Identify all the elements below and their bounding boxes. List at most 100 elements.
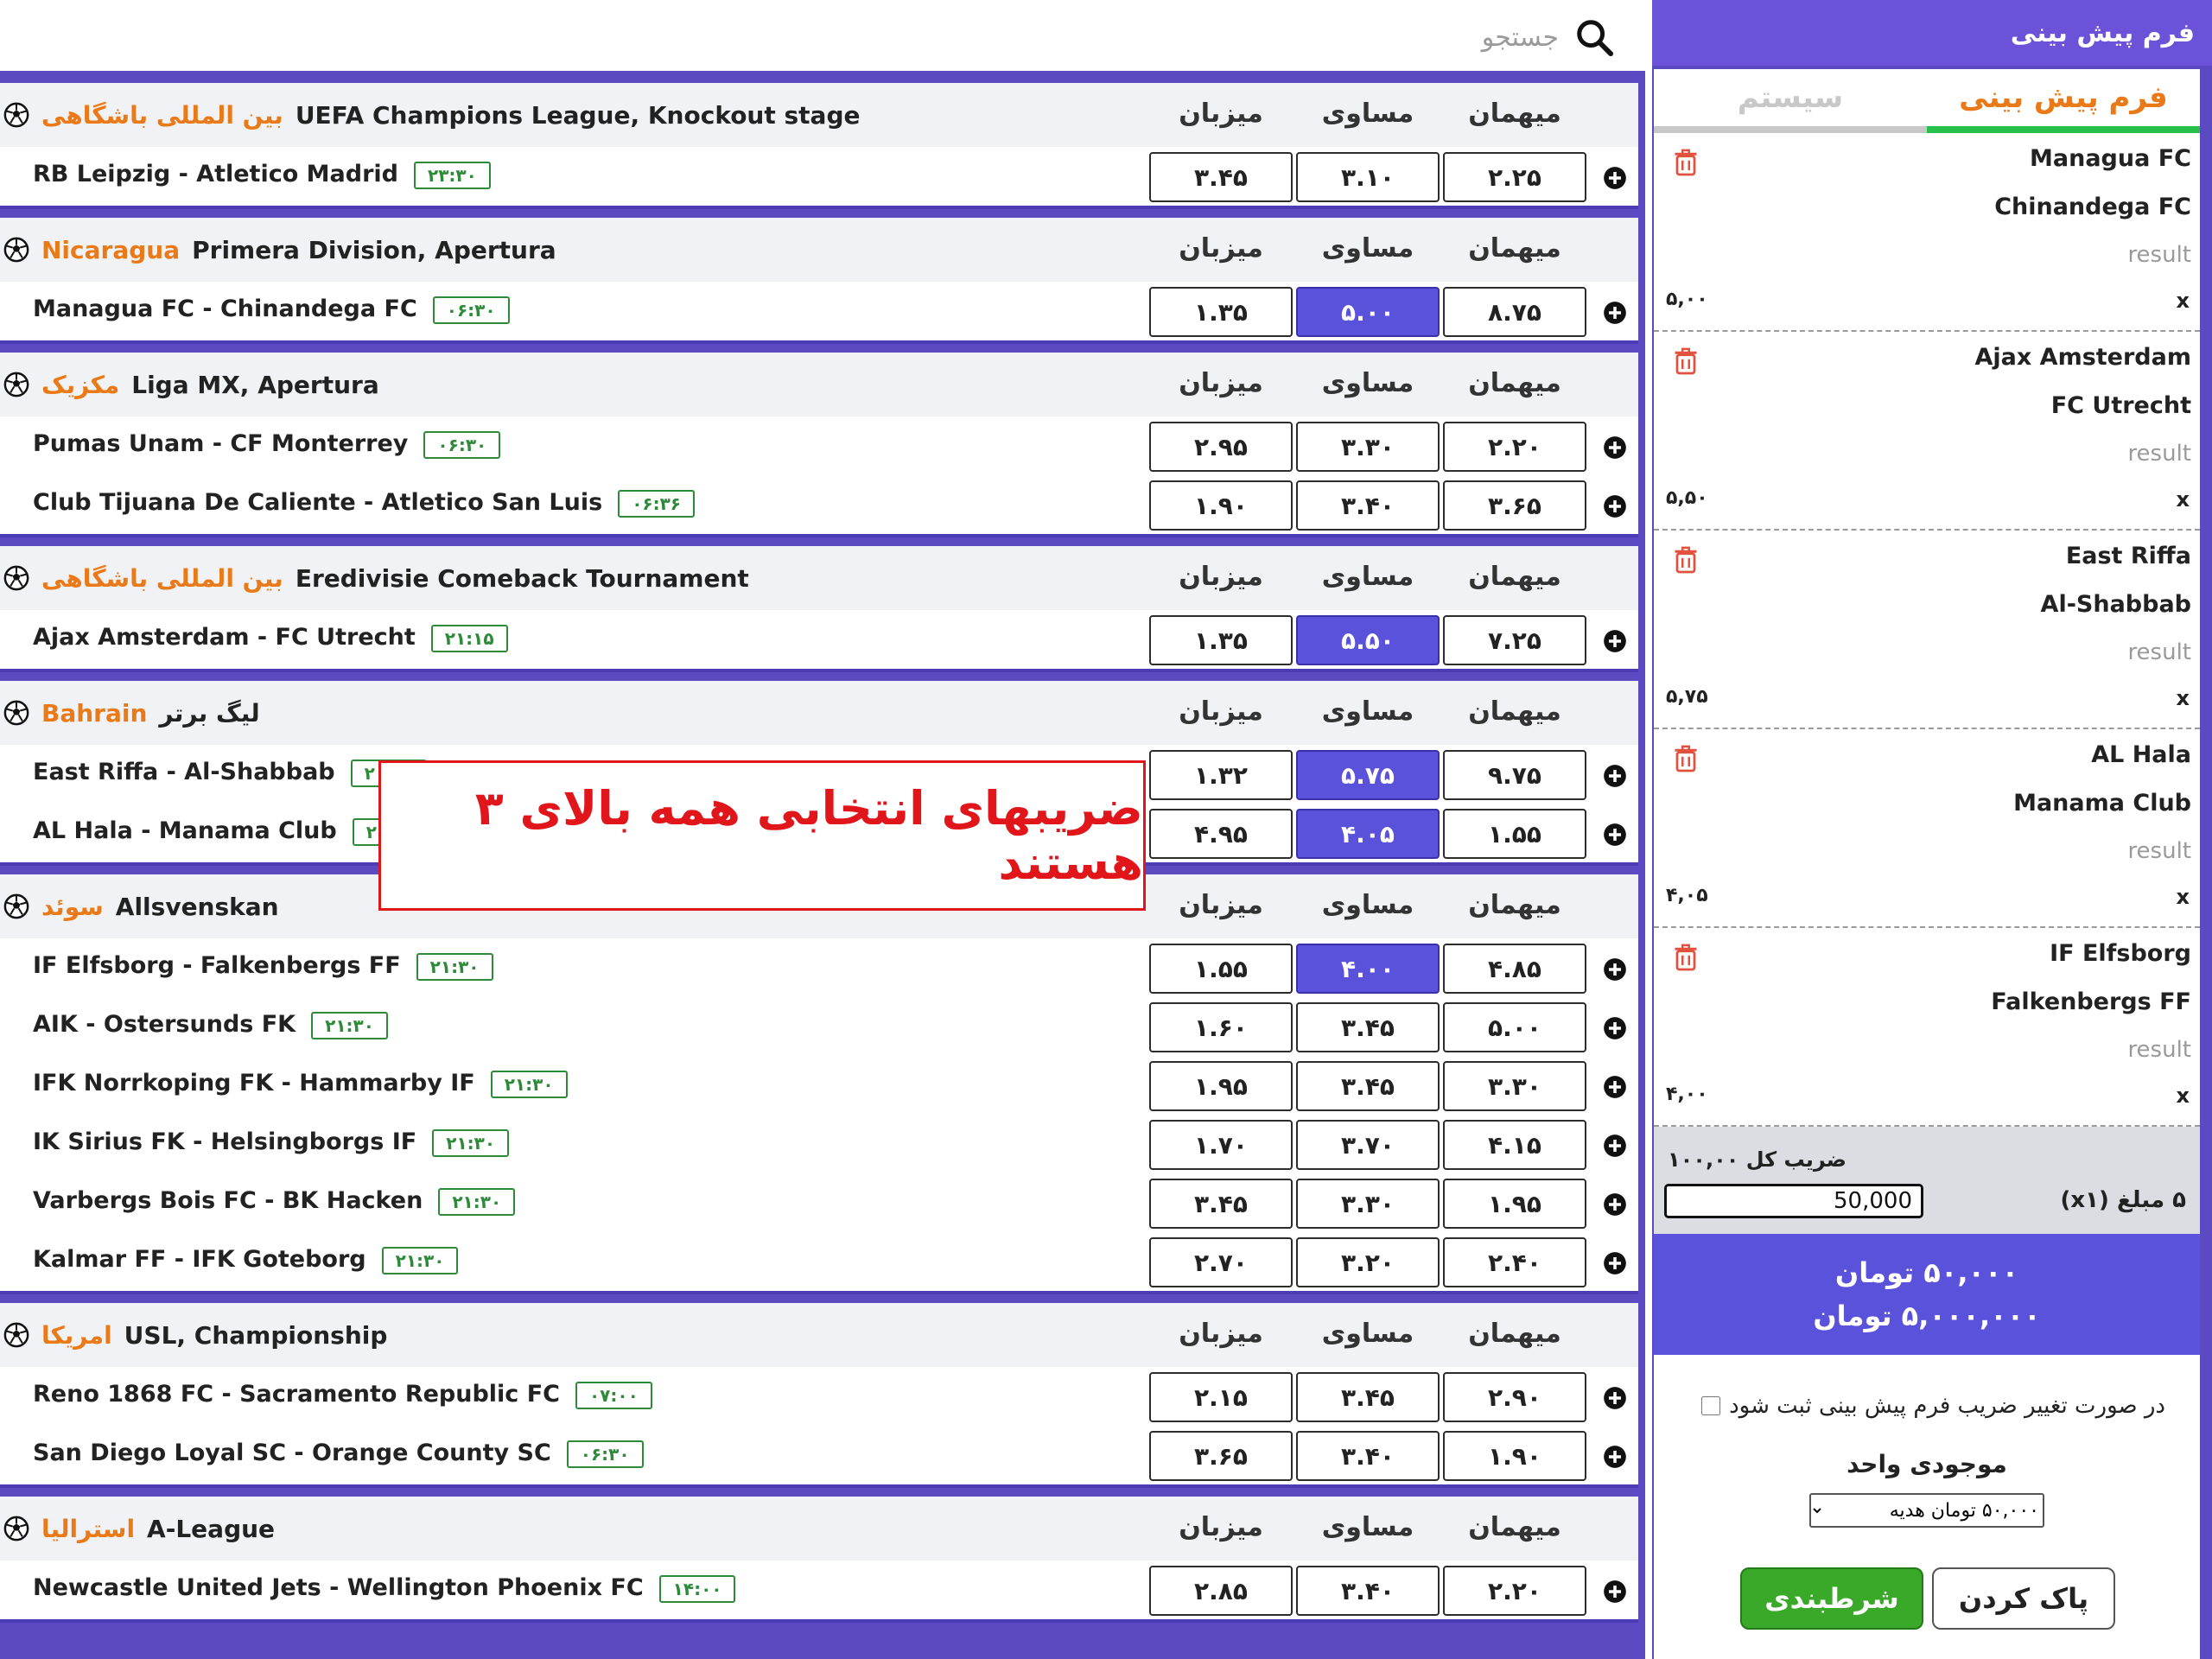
- more-markets-icon[interactable]: [1603, 957, 1627, 982]
- odd-away-button[interactable]: ۲.۹۰: [1443, 1372, 1586, 1422]
- league-country[interactable]: استرالیا: [41, 1515, 135, 1543]
- clear-button[interactable]: پاک کردن: [1932, 1567, 2115, 1630]
- odd-away-button[interactable]: ۷.۲۵: [1443, 615, 1586, 665]
- match-teams[interactable]: Pumas Unam - CF Monterrey ۰۶:۳۰: [33, 430, 501, 459]
- odd-draw-button[interactable]: ۳.۴۰: [1296, 1431, 1440, 1481]
- match-teams[interactable]: AL Hala - Manama Club۲۰:۳۰: [33, 817, 429, 846]
- accept-odds-change-checkbox[interactable]: [1701, 1396, 1721, 1415]
- league-country[interactable]: Bahrain: [41, 699, 147, 728]
- match-teams[interactable]: Newcastle United Jets - Wellington Phoen…: [33, 1574, 736, 1603]
- odd-home-button[interactable]: ۱.۳۵: [1149, 287, 1293, 337]
- match-teams[interactable]: Reno 1868 FC - Sacramento Republic FC ۰۷:…: [33, 1381, 652, 1409]
- odd-draw-button[interactable]: ۳.۳۰: [1296, 1179, 1440, 1229]
- league-country[interactable]: سوئد: [41, 893, 104, 921]
- match-teams[interactable]: RB Leipzig - Atletico Madrid ۲۳:۳۰: [33, 161, 491, 189]
- match-teams[interactable]: Club Tijuana De Caliente - Atletico San …: [33, 489, 696, 518]
- more-markets-icon[interactable]: [1603, 166, 1627, 190]
- league-country[interactable]: بین المللی باشگاهی: [41, 564, 283, 593]
- odd-home-button[interactable]: ۲.۸۵: [1149, 1566, 1293, 1616]
- more-markets-icon[interactable]: [1603, 435, 1627, 460]
- trash-icon[interactable]: [1673, 546, 1699, 574]
- trash-icon[interactable]: [1673, 149, 1699, 176]
- more-markets-icon[interactable]: [1603, 823, 1627, 847]
- odd-draw-button[interactable]: ۳.۴۰: [1296, 480, 1440, 531]
- odd-draw-button[interactable]: ۳.۴۵: [1296, 1002, 1440, 1052]
- odd-draw-button[interactable]: ۳.۲۰: [1296, 1237, 1440, 1287]
- league-country[interactable]: Nicaragua: [41, 236, 180, 264]
- match-teams[interactable]: Kalmar FF - IFK Goteborg ۲۱:۳۰: [33, 1246, 459, 1274]
- league-name[interactable]: لیگ برتر: [159, 699, 259, 728]
- odd-home-button[interactable]: ۲.۹۵: [1149, 422, 1293, 472]
- odd-draw-button[interactable]: ۳.۷۰: [1296, 1120, 1440, 1170]
- odd-draw-button[interactable]: ۳.۴۵: [1296, 1372, 1440, 1422]
- league-name[interactable]: UEFA Champions League, Knockout stage: [296, 101, 861, 130]
- search-icon[interactable]: [1574, 17, 1614, 57]
- odd-home-button[interactable]: ۱.۳۵: [1149, 615, 1293, 665]
- odd-home-button[interactable]: ۱.۷۰: [1149, 1120, 1293, 1170]
- odd-draw-button[interactable]: ۴.۰۵: [1296, 809, 1440, 859]
- odd-draw-button[interactable]: ۵.۰۰: [1296, 287, 1440, 337]
- league-country[interactable]: مکزیک: [41, 371, 119, 399]
- league-name[interactable]: Eredivisie Comeback Tournament: [296, 564, 749, 593]
- more-markets-icon[interactable]: [1603, 1386, 1627, 1410]
- odd-home-button[interactable]: ۱.۵۵: [1149, 944, 1293, 994]
- match-teams[interactable]: Varbergs Bois FC - BK Hacken ۲۱:۳۰: [33, 1187, 516, 1216]
- match-teams[interactable]: San Diego Loyal SC - Orange County SC ۰۶:…: [33, 1440, 644, 1468]
- odd-away-button[interactable]: ۲.۲۰: [1443, 422, 1586, 472]
- accept-odds-change[interactable]: در صورت تغییر ضریب فرم پیش بینی ثبت شود: [1701, 1393, 2165, 1419]
- odd-home-button[interactable]: ۱.۳۲: [1149, 750, 1293, 800]
- odd-away-button[interactable]: ۱.۹۰: [1443, 1431, 1586, 1481]
- odd-draw-button[interactable]: ۵.۵۰: [1296, 615, 1440, 665]
- odd-away-button[interactable]: ۸.۷۵: [1443, 287, 1586, 337]
- more-markets-icon[interactable]: [1603, 1445, 1627, 1469]
- tab-system[interactable]: سیستم: [1654, 69, 1927, 133]
- more-markets-icon[interactable]: [1603, 1192, 1627, 1217]
- trash-icon[interactable]: [1673, 944, 1699, 971]
- match-teams[interactable]: East Riffa - Al-Shabbab۲۰:۳۰: [33, 759, 428, 787]
- trash-icon[interactable]: [1673, 347, 1699, 375]
- odd-home-button[interactable]: ۱.۶۰: [1149, 1002, 1293, 1052]
- match-teams[interactable]: IF Elfsborg - Falkenbergs FF ۲۱:۳۰: [33, 952, 493, 981]
- search-bar[interactable]: جستجو: [0, 0, 1645, 74]
- odd-draw-button[interactable]: ۵.۷۵: [1296, 750, 1440, 800]
- odd-away-button[interactable]: ۲.۴۰: [1443, 1237, 1586, 1287]
- trash-icon[interactable]: [1673, 745, 1699, 772]
- more-markets-icon[interactable]: [1603, 629, 1627, 653]
- odd-away-button[interactable]: ۳.۶۵: [1443, 480, 1586, 531]
- match-teams[interactable]: IFK Norrkoping FK - Hammarby IF ۲۱:۳۰: [33, 1070, 568, 1098]
- league-name[interactable]: USL, Championship: [124, 1321, 388, 1350]
- wallet-select[interactable]: ۵۰,۰۰۰ تومان هدیه: [1809, 1493, 2044, 1528]
- odd-away-button[interactable]: ۲.۲۵: [1443, 152, 1586, 202]
- odd-away-button[interactable]: ۳.۳۰: [1443, 1061, 1586, 1111]
- odd-away-button[interactable]: ۵.۰۰: [1443, 1002, 1586, 1052]
- more-markets-icon[interactable]: [1603, 1075, 1627, 1099]
- odd-draw-button[interactable]: ۳.۴۰: [1296, 1566, 1440, 1616]
- more-markets-icon[interactable]: [1603, 1251, 1627, 1275]
- league-country[interactable]: بین المللی باشگاهی: [41, 101, 283, 130]
- place-bet-button[interactable]: شرطبندی: [1740, 1567, 1923, 1630]
- odd-away-button[interactable]: ۱.۹۵: [1443, 1179, 1586, 1229]
- odd-away-button[interactable]: ۱.۵۵: [1443, 809, 1586, 859]
- odd-home-button[interactable]: ۱.۹۰: [1149, 480, 1293, 531]
- league-name[interactable]: Primera Division, Apertura: [192, 236, 556, 264]
- league-name[interactable]: Allsvenskan: [116, 893, 279, 921]
- search-input[interactable]: جستجو: [1482, 22, 1559, 53]
- more-markets-icon[interactable]: [1603, 494, 1627, 518]
- more-markets-icon[interactable]: [1603, 301, 1627, 325]
- more-markets-icon[interactable]: [1603, 1016, 1627, 1040]
- odd-home-button[interactable]: ۳.۶۵: [1149, 1431, 1293, 1481]
- more-markets-icon[interactable]: [1603, 764, 1627, 788]
- more-markets-icon[interactable]: [1603, 1134, 1627, 1158]
- odd-draw-button[interactable]: ۳.۱۰: [1296, 152, 1440, 202]
- odd-home-button[interactable]: ۱.۹۵: [1149, 1061, 1293, 1111]
- match-teams[interactable]: Managua FC - Chinandega FC ۰۶:۳۰: [33, 296, 510, 324]
- odd-away-button[interactable]: ۹.۷۵: [1443, 750, 1586, 800]
- odd-home-button[interactable]: ۳.۴۵: [1149, 152, 1293, 202]
- league-name[interactable]: A-League: [147, 1515, 275, 1543]
- tab-prediction-form[interactable]: فرم پیش بینی: [1927, 69, 2200, 133]
- odd-home-button[interactable]: ۲.۷۰: [1149, 1237, 1293, 1287]
- league-name[interactable]: Liga MX, Apertura: [131, 371, 379, 399]
- league-country[interactable]: امریکا: [41, 1321, 112, 1350]
- odd-home-button[interactable]: ۳.۴۵: [1149, 1179, 1293, 1229]
- more-markets-icon[interactable]: [1603, 1580, 1627, 1604]
